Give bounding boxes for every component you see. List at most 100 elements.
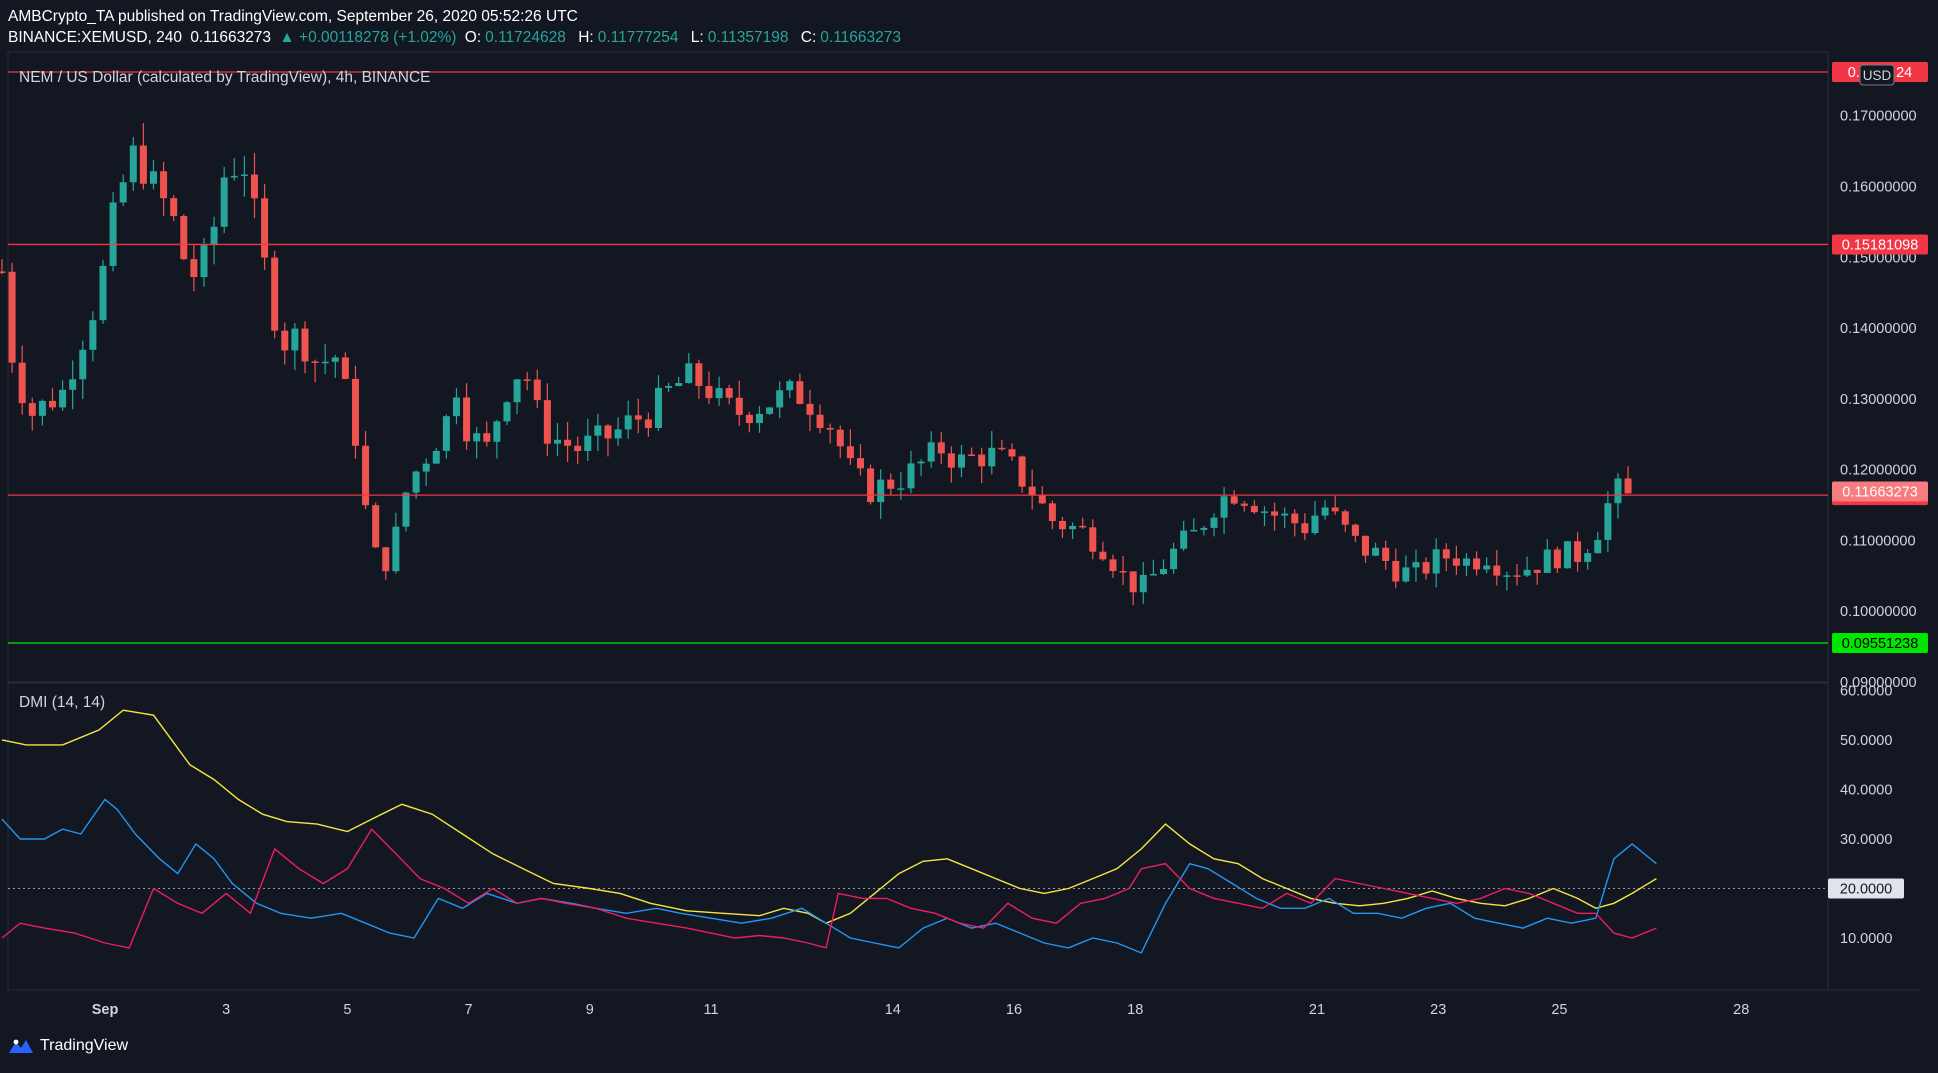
candle-up <box>675 383 683 387</box>
time-tick-label: 28 <box>1733 1002 1749 1018</box>
candle-up <box>1069 525 1077 530</box>
candle-down <box>1109 559 1117 572</box>
candle-up <box>129 145 137 183</box>
support-price-label: 0.09551238 <box>1842 636 1919 652</box>
candle-down <box>543 400 551 444</box>
candle-up <box>1200 527 1208 530</box>
candle-down <box>250 174 258 199</box>
candle-down <box>1361 535 1369 556</box>
candle-up <box>1503 575 1511 577</box>
candle-down <box>1392 560 1400 582</box>
candle-up <box>1584 553 1592 562</box>
candle-down <box>644 419 652 429</box>
tradingview-brand: TradingView <box>40 1037 129 1054</box>
candle-up <box>1260 511 1268 513</box>
candle-down <box>533 379 541 401</box>
candle-up <box>109 202 117 266</box>
candle-up <box>917 461 925 464</box>
candle-down <box>867 468 875 503</box>
dmi-plus_di-line <box>1 798 1657 954</box>
candle-up <box>685 363 693 384</box>
candle-down <box>190 259 198 278</box>
candle-up <box>59 389 67 408</box>
candle-up <box>1483 565 1491 570</box>
candle-down <box>1351 524 1359 536</box>
candle-down <box>705 385 713 399</box>
candle-down <box>1271 511 1279 516</box>
candle-down <box>564 439 572 446</box>
price-chart[interactable]: 0.170000000.160000000.150000000.14000000… <box>0 0 1938 1073</box>
candle-down <box>28 403 36 416</box>
dmi-pane-title: DMI (14, 14) <box>19 694 105 711</box>
candle-up <box>1432 549 1440 574</box>
candle-up <box>988 447 996 467</box>
candle-up <box>473 433 481 442</box>
candle-down <box>1473 558 1481 570</box>
candle-down <box>139 145 147 184</box>
candle-up <box>331 357 339 362</box>
candle-up <box>1220 496 1228 518</box>
candle-down <box>1240 503 1248 506</box>
candle-up <box>766 407 774 414</box>
candle-down <box>1574 541 1582 562</box>
candle-up <box>321 361 329 364</box>
candle-down <box>978 454 986 467</box>
candle-up <box>614 429 622 439</box>
price-tick-label: 0.11000000 <box>1840 533 1916 549</box>
dmi-tick-label: 60.0000 <box>1840 683 1892 699</box>
candle-up <box>1210 517 1218 528</box>
candle-up <box>291 328 299 351</box>
candle-up <box>1149 573 1157 576</box>
candle-up <box>665 386 673 388</box>
candle-up <box>1281 513 1289 516</box>
candle-down <box>604 425 612 439</box>
price-tick-label: 0.17000000 <box>1840 109 1917 125</box>
time-tick-label: 21 <box>1309 1002 1325 1018</box>
candle-down <box>523 379 531 381</box>
candle-down <box>1119 571 1127 573</box>
dmi-adx-line <box>1 709 1657 924</box>
candle-up <box>1402 567 1410 582</box>
candle-up <box>1311 515 1319 534</box>
candle-down <box>1129 571 1137 593</box>
candle-down <box>1038 495 1046 504</box>
candle-down <box>887 479 895 489</box>
dmi-reference-label: 20.0000 <box>1840 881 1892 897</box>
candle-up <box>715 388 723 399</box>
candle-up <box>907 463 915 489</box>
candle-up <box>927 442 935 462</box>
candle-down <box>18 362 26 404</box>
candle-up <box>1372 547 1380 556</box>
candle-down <box>382 547 390 572</box>
candle-down <box>1099 551 1107 560</box>
time-tick-label: 25 <box>1551 1002 1567 1018</box>
candle-up <box>1523 569 1531 576</box>
candle-up <box>452 397 460 417</box>
candle-up <box>877 479 885 503</box>
candle-down <box>1493 565 1501 576</box>
candle-up <box>442 416 450 451</box>
candle-down <box>1624 478 1632 494</box>
candle-down <box>301 328 309 362</box>
tradingview-logo[interactable]: TradingView <box>8 1037 128 1055</box>
candle-down <box>1442 549 1450 559</box>
candle-down <box>816 414 824 428</box>
time-tick-label: 9 <box>586 1002 594 1018</box>
candle-down <box>1382 547 1390 561</box>
candle-down <box>48 400 56 408</box>
candle-up <box>584 435 592 451</box>
candle-up <box>1594 539 1602 554</box>
candle-up <box>1614 478 1622 504</box>
candle-up <box>402 492 410 527</box>
candle-down <box>846 446 854 459</box>
candle-down <box>725 388 733 398</box>
candle-down <box>372 505 380 548</box>
price-tick-label: 0.12000000 <box>1840 463 1917 479</box>
candle-up <box>1321 507 1329 516</box>
candle-down <box>1079 525 1087 528</box>
candle-down <box>311 361 319 363</box>
time-tick-label: 11 <box>703 1002 718 1018</box>
candle-down <box>1008 449 1016 457</box>
time-tick-label: 3 <box>222 1002 230 1018</box>
candle-down <box>1018 456 1026 487</box>
